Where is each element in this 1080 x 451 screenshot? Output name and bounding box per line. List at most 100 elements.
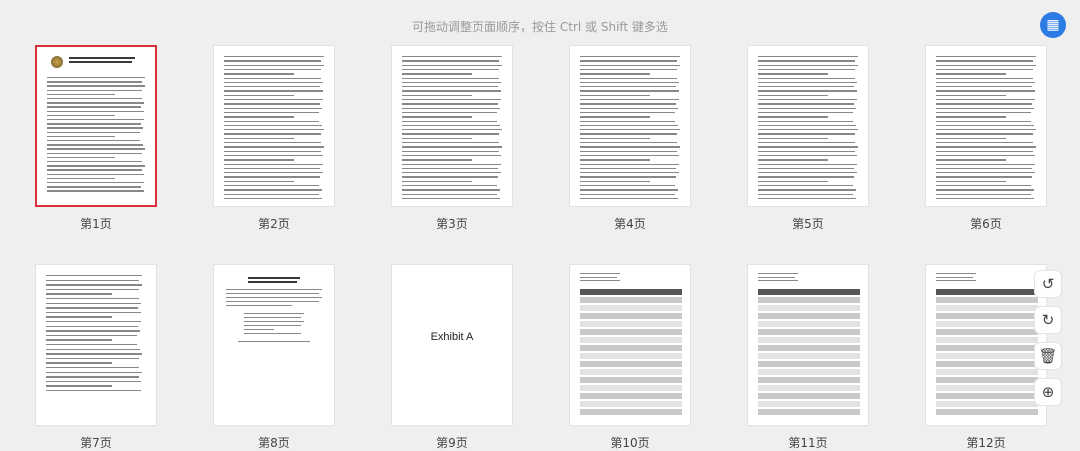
page-label: 第6页 xyxy=(970,217,1002,231)
page-label: 第2页 xyxy=(258,217,290,231)
text-line xyxy=(936,163,1035,165)
table-row xyxy=(758,337,860,343)
text-line xyxy=(936,86,1032,88)
text-line xyxy=(69,61,132,63)
text-line xyxy=(580,163,679,165)
table-row xyxy=(758,369,860,375)
rotate-right-icon[interactable]: ↻ xyxy=(1034,306,1062,334)
page-thumbnail[interactable] xyxy=(925,45,1047,207)
text-line xyxy=(402,111,497,114)
text-line xyxy=(580,159,650,161)
table-row xyxy=(758,401,860,407)
text-line xyxy=(226,289,322,291)
text-line xyxy=(224,142,321,144)
text-line xyxy=(580,276,617,278)
text-line xyxy=(224,111,319,114)
page-thumbnail[interactable] xyxy=(569,45,691,207)
text-line xyxy=(402,107,500,109)
text-line xyxy=(47,106,141,108)
page-thumbnail[interactable] xyxy=(747,45,869,207)
text-line xyxy=(224,64,324,66)
text-line xyxy=(580,64,680,66)
text-line xyxy=(402,133,499,135)
text-line xyxy=(224,176,320,178)
text-line xyxy=(47,93,115,96)
page-thumbnail[interactable] xyxy=(35,45,157,207)
text-line xyxy=(758,116,828,118)
text-line xyxy=(580,90,679,92)
page-thumbnail[interactable] xyxy=(213,45,335,207)
text-line xyxy=(758,280,798,282)
text-line xyxy=(224,124,322,127)
text-line xyxy=(758,146,858,148)
text-line xyxy=(580,150,677,152)
table-row xyxy=(936,377,1038,383)
text-line xyxy=(46,371,142,373)
text-line xyxy=(936,107,1034,109)
text-line xyxy=(758,133,855,135)
text-line xyxy=(224,107,322,109)
text-line xyxy=(936,60,1033,62)
page-label: 第7页 xyxy=(80,436,112,450)
text-line xyxy=(47,173,144,175)
page-thumbnail[interactable] xyxy=(569,264,691,426)
page-thumbnail[interactable] xyxy=(747,264,869,426)
text-line xyxy=(402,185,497,187)
table-row xyxy=(936,409,1038,415)
page-cell: 第3页 xyxy=(378,45,526,232)
text-line xyxy=(936,103,1032,105)
rotate-left-icon[interactable]: ↺ xyxy=(1034,270,1062,298)
text-line xyxy=(46,316,112,318)
text-line xyxy=(758,150,855,152)
text-line xyxy=(47,152,142,154)
text-line xyxy=(244,325,301,327)
text-line xyxy=(758,103,854,105)
text-line xyxy=(580,103,676,105)
page-label: 第4页 xyxy=(614,217,646,231)
page-label: 第9页 xyxy=(436,436,468,450)
text-line xyxy=(46,376,139,378)
delete-icon[interactable]: 🗑 xyxy=(1034,342,1062,370)
text-line xyxy=(46,288,139,291)
table-row xyxy=(936,321,1038,327)
table-row xyxy=(758,361,860,367)
table-row xyxy=(580,313,682,319)
insert-icon[interactable]: ⊕ xyxy=(1034,378,1062,406)
text-line xyxy=(580,77,677,79)
text-line xyxy=(46,334,137,337)
text-line xyxy=(47,177,115,180)
page-thumbnail[interactable]: Exhibit A xyxy=(391,264,513,426)
table-row xyxy=(580,377,682,383)
page-label: 第12页 xyxy=(966,436,1006,450)
text-line xyxy=(46,330,140,332)
text-line xyxy=(47,131,140,133)
text-line xyxy=(936,154,1035,157)
seal-icon xyxy=(51,56,63,68)
text-line xyxy=(758,120,853,122)
text-line xyxy=(224,94,294,97)
text-line xyxy=(402,60,499,62)
page-thumbnail[interactable] xyxy=(391,45,513,207)
text-line xyxy=(936,185,1031,187)
page-thumbnail[interactable] xyxy=(925,264,1047,426)
text-line xyxy=(580,172,679,174)
text-line xyxy=(402,167,498,170)
text-line xyxy=(580,120,675,122)
text-line xyxy=(936,193,1031,195)
page-label: 第5页 xyxy=(792,217,824,231)
text-line xyxy=(47,123,141,125)
text-line xyxy=(47,89,142,91)
text-line xyxy=(47,119,144,121)
text-line xyxy=(758,111,853,114)
text-line xyxy=(47,186,141,188)
page-thumbnail[interactable] xyxy=(35,264,157,426)
text-line xyxy=(47,85,145,87)
page-thumbnail[interactable] xyxy=(213,264,335,426)
text-line xyxy=(402,172,501,174)
text-line xyxy=(46,357,139,360)
text-line xyxy=(224,167,320,170)
page-export-icon[interactable]: ▦ xyxy=(1040,12,1066,38)
page-cell: 第2页 xyxy=(200,45,348,232)
table-row xyxy=(758,393,860,399)
text-line xyxy=(226,305,292,307)
